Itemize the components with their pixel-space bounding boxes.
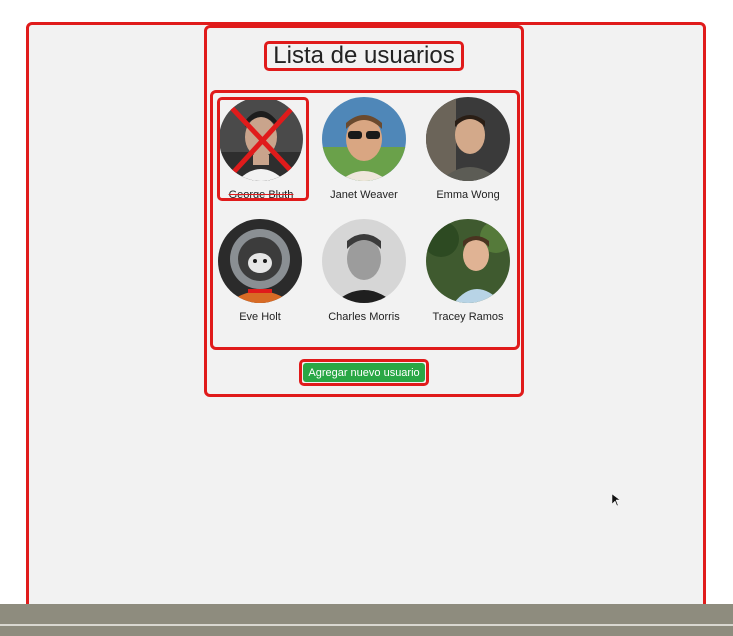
- page-title: Lista de usuarios: [273, 42, 455, 69]
- avatar: [322, 219, 406, 303]
- user-name: Eve Holt: [239, 311, 281, 323]
- user-name: Emma Wong: [436, 189, 500, 201]
- page-title-frame: Lista de usuarios: [264, 41, 464, 71]
- divider: [0, 624, 733, 626]
- bottom-bar: [0, 604, 733, 636]
- add-user-button[interactable]: Agregar nuevo usuario: [303, 363, 425, 382]
- user-name: Charles Morris: [328, 311, 400, 323]
- avatar: [426, 219, 510, 303]
- avatar: [426, 97, 510, 181]
- selection-highlight: [217, 97, 309, 201]
- user-name: Janet Weaver: [330, 189, 398, 201]
- user-card[interactable]: Charles Morris: [314, 219, 414, 323]
- avatar: [322, 97, 406, 181]
- user-name: Tracey Ramos: [432, 311, 504, 323]
- user-card[interactable]: Emma Wong: [418, 97, 518, 201]
- avatar: [218, 219, 302, 303]
- user-card[interactable]: Janet Weaver: [314, 97, 414, 201]
- mouse-cursor-icon: [611, 493, 621, 511]
- user-card[interactable]: Tracey Ramos: [418, 219, 518, 323]
- user-card[interactable]: Eve Holt: [210, 219, 310, 323]
- add-user-button-frame: Agregar nuevo usuario: [299, 359, 429, 386]
